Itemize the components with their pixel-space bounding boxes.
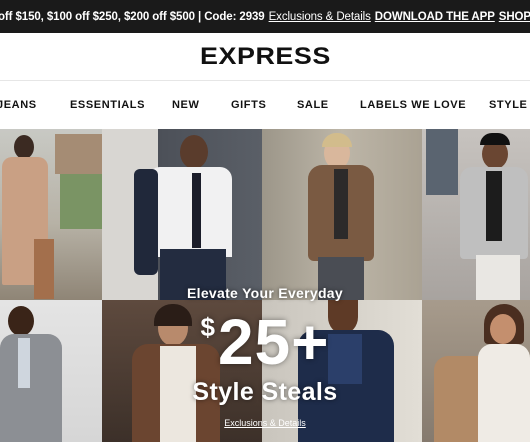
promo-bar: off $150, $100 off $250, $200 off $500 |… [0,0,530,33]
main-nav: JEANS ESSENTIALS NEW GIFTS SALE LABELS W… [0,82,530,129]
nav-item-gifts[interactable]: GIFTS [231,99,266,111]
hero-photo-4 [422,129,530,300]
promo-exclusions-link[interactable]: Exclusions & Details [269,11,371,23]
hero-photo-1 [0,129,102,300]
nav-item-jeans[interactable]: JEANS [0,99,37,111]
hero-price: $25+ [0,305,530,379]
hero-photo-2 [102,129,262,300]
header: EXPRESS [0,33,530,81]
hero-exclusions-link: Exclusions & Details [0,418,530,428]
shop-now-link[interactable]: SHOP NOW [499,11,530,23]
hero-subtitle: Elevate Your Everyday [187,285,343,301]
hero-photo-3 [262,129,422,300]
express-logo[interactable]: EXPRESS [200,43,331,71]
download-app-link[interactable]: DOWNLOAD THE APP [375,11,495,23]
hero-banner[interactable]: Elevate Your Everyday $25+ Style Steals … [0,129,530,442]
nav-item-new[interactable]: NEW [172,99,199,111]
nav-item-labels-we-love[interactable]: LABELS WE LOVE [360,99,466,111]
promo-offer-text: off $150, $100 off $250, $200 off $500 |… [0,10,265,23]
nav-item-sale[interactable]: SALE [297,99,329,111]
hero-price-value: 25+ [217,306,330,378]
hero-exclusions-link-text[interactable]: Exclusions & Details [224,418,306,428]
nav-item-essentials[interactable]: ESSENTIALS [70,99,145,111]
hero-headline: Style Steals [192,378,338,406]
hero-price-symbol: $ [200,312,216,342]
nav-item-style[interactable]: STYLE T [489,99,530,111]
